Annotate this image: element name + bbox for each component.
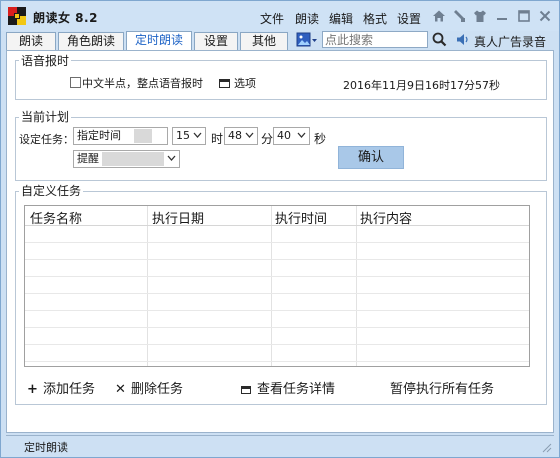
menu-file[interactable]: 文件 bbox=[260, 10, 284, 27]
status-text: 定时朗读 bbox=[24, 441, 68, 454]
chevron-down-icon bbox=[165, 151, 179, 167]
pause-all-tasks-button[interactable]: 暂停执行所有任务 bbox=[390, 378, 494, 397]
chevron-down-icon bbox=[295, 128, 309, 144]
tab-timed-read[interactable]: 定时朗读 bbox=[126, 31, 192, 51]
half-hour-label: 中文半点，整点语音报时 bbox=[82, 77, 203, 90]
app-logo-icon bbox=[8, 7, 26, 25]
window-icon bbox=[241, 382, 257, 397]
app-title: 朗读女 8.2 bbox=[33, 11, 98, 25]
current-plan-group-title: 当前计划 bbox=[19, 110, 72, 124]
picture-dropdown-button[interactable] bbox=[296, 31, 318, 49]
maximize-icon[interactable] bbox=[517, 9, 531, 23]
resize-grip-icon[interactable] bbox=[540, 441, 552, 453]
chevron-down-icon bbox=[191, 128, 205, 144]
plus-icon: + bbox=[27, 382, 38, 397]
menu-edit[interactable]: 编辑 bbox=[329, 10, 353, 27]
action-value: 提醒 bbox=[77, 152, 99, 165]
home-icon[interactable] bbox=[432, 9, 446, 23]
second-value: 40 bbox=[277, 129, 291, 142]
minimize-icon[interactable] bbox=[495, 9, 509, 23]
menu-settings[interactable]: 设置 bbox=[397, 10, 421, 27]
app-window: 朗读女 8.2 文件 朗读 编辑 格式 设置 朗读 角色朗读 定时朗读 设置 其… bbox=[0, 0, 560, 458]
hour-select[interactable]: 15 bbox=[172, 127, 206, 145]
skin-icon[interactable] bbox=[473, 9, 487, 23]
tools-icon[interactable] bbox=[452, 9, 466, 23]
menu-read[interactable]: 朗读 bbox=[295, 10, 319, 27]
task-table[interactable]: 任务名称 执行日期 执行时间 执行内容 bbox=[24, 205, 530, 367]
hour-unit: 时 bbox=[211, 132, 224, 146]
task-type-value: 指定时间 bbox=[77, 129, 121, 142]
voice-time-group-title: 语音报时 bbox=[19, 54, 72, 68]
search-icon[interactable] bbox=[432, 32, 447, 47]
speaker-icon bbox=[456, 33, 470, 46]
minute-unit: 分 bbox=[261, 132, 274, 146]
ad-record-link[interactable]: 真人广告录音 bbox=[474, 33, 546, 50]
timed-read-panel: 语音报时 中文半点，整点语音报时 选项 2016年11月9日16时17分57秒 … bbox=[6, 50, 554, 433]
menu-format[interactable]: 格式 bbox=[363, 10, 387, 27]
half-hour-checkbox[interactable] bbox=[70, 77, 81, 88]
minute-value: 48 bbox=[228, 129, 242, 142]
second-select[interactable]: 40 bbox=[273, 127, 310, 145]
confirm-button[interactable]: 确认 bbox=[338, 146, 404, 169]
view-task-details-button[interactable]: 查看任务详情 bbox=[241, 378, 335, 397]
add-task-button[interactable]: + 添加任务 bbox=[27, 378, 95, 397]
delete-task-button[interactable]: ✕ 删除任务 bbox=[115, 378, 183, 397]
close-icon: ✕ bbox=[115, 382, 126, 397]
hour-value: 15 bbox=[176, 129, 190, 142]
custom-tasks-group-title: 自定义任务 bbox=[19, 184, 84, 198]
title-bar: 朗读女 8.2 文件 朗读 编辑 格式 设置 bbox=[1, 1, 559, 31]
options-link[interactable]: 选项 bbox=[234, 75, 256, 91]
close-icon[interactable] bbox=[538, 9, 552, 23]
search-input[interactable] bbox=[322, 31, 428, 48]
tab-settings[interactable]: 设置 bbox=[194, 32, 238, 51]
tab-read[interactable]: 朗读 bbox=[6, 32, 56, 51]
tab-role-read[interactable]: 角色朗读 bbox=[58, 32, 124, 51]
status-bar: 定时朗读 bbox=[6, 435, 554, 455]
action-select[interactable]: 提醒 bbox=[73, 150, 180, 168]
set-task-label: 设定任务： bbox=[19, 133, 74, 146]
chevron-down-icon bbox=[243, 128, 257, 144]
current-datetime: 2016年11月9日16时17分57秒 bbox=[343, 79, 500, 92]
task-type-select[interactable]: 指定时间 bbox=[73, 127, 168, 145]
tab-other[interactable]: 其他 bbox=[240, 32, 288, 51]
minute-select[interactable]: 48 bbox=[224, 127, 258, 145]
options-icon[interactable] bbox=[219, 79, 230, 88]
second-unit: 秒 bbox=[314, 132, 327, 146]
